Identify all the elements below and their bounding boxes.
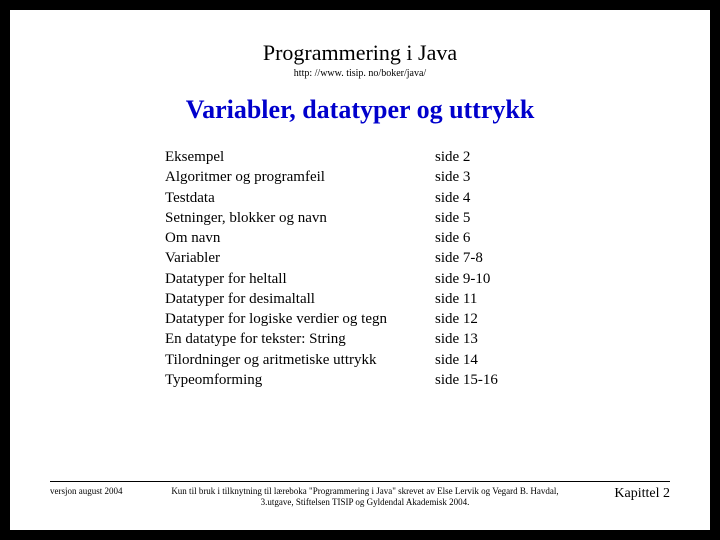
toc-label: Algoritmer og programfeil xyxy=(165,167,435,187)
toc-label: Datatyper for heltall xyxy=(165,269,435,289)
slide-title: Programmering i Java xyxy=(50,40,670,66)
toc-row: Tilordninger og aritmetiske uttrykk side… xyxy=(165,350,610,370)
toc-label: Variabler xyxy=(165,248,435,268)
toc-row: Typeomforming side 15-16 xyxy=(165,370,610,390)
toc-label: En datatype for tekster: String xyxy=(165,329,435,349)
toc-row: Eksempel side 2 xyxy=(165,147,610,167)
footer: versjon august 2004 Kun til bruk i tilkn… xyxy=(50,481,670,509)
toc-row: Datatyper for heltall side 9-10 xyxy=(165,269,610,289)
toc-page: side 15-16 xyxy=(435,370,498,390)
toc-row: Datatyper for desimaltall side 11 xyxy=(165,289,610,309)
toc-label: Setninger, blokker og navn xyxy=(165,208,435,228)
toc-page: side 14 xyxy=(435,350,478,370)
toc-row: En datatype for tekster: String side 13 xyxy=(165,329,610,349)
toc-page: side 13 xyxy=(435,329,478,349)
toc-page: side 11 xyxy=(435,289,477,309)
footer-chapter: Kapittel 2 xyxy=(580,486,670,502)
toc-row: Datatyper for logiske verdier og tegn si… xyxy=(165,309,610,329)
toc-page: side 5 xyxy=(435,208,470,228)
footer-copyright: Kun til bruk i tilknytning til læreboka … xyxy=(150,486,580,509)
slide-url: http: //www. tisip. no/boker/java/ xyxy=(50,68,670,79)
toc-row: Algoritmer og programfeil side 3 xyxy=(165,167,610,187)
toc-label: Typeomforming xyxy=(165,370,435,390)
toc-label: Om navn xyxy=(165,228,435,248)
footer-version: versjon august 2004 xyxy=(50,486,150,496)
toc-label: Testdata xyxy=(165,188,435,208)
toc-page: side 12 xyxy=(435,309,478,329)
slide: Programmering i Java http: //www. tisip.… xyxy=(10,10,710,530)
table-of-contents: Eksempel side 2 Algoritmer og programfei… xyxy=(165,147,610,390)
toc-row: Setninger, blokker og navn side 5 xyxy=(165,208,610,228)
toc-label: Datatyper for desimaltall xyxy=(165,289,435,309)
toc-row: Variabler side 7-8 xyxy=(165,248,610,268)
toc-page: side 9-10 xyxy=(435,269,490,289)
toc-page: side 6 xyxy=(435,228,470,248)
toc-page: side 7-8 xyxy=(435,248,483,268)
toc-page: side 3 xyxy=(435,167,470,187)
header: Programmering i Java http: //www. tisip.… xyxy=(50,40,670,79)
toc-label: Datatyper for logiske verdier og tegn xyxy=(165,309,435,329)
toc-row: Om navn side 6 xyxy=(165,228,610,248)
toc-label: Eksempel xyxy=(165,147,435,167)
toc-page: side 4 xyxy=(435,188,470,208)
toc-label: Tilordninger og aritmetiske uttrykk xyxy=(165,350,435,370)
toc-page: side 2 xyxy=(435,147,470,167)
toc-row: Testdata side 4 xyxy=(165,188,610,208)
section-heading: Variabler, datatyper og uttrykk xyxy=(50,95,670,125)
